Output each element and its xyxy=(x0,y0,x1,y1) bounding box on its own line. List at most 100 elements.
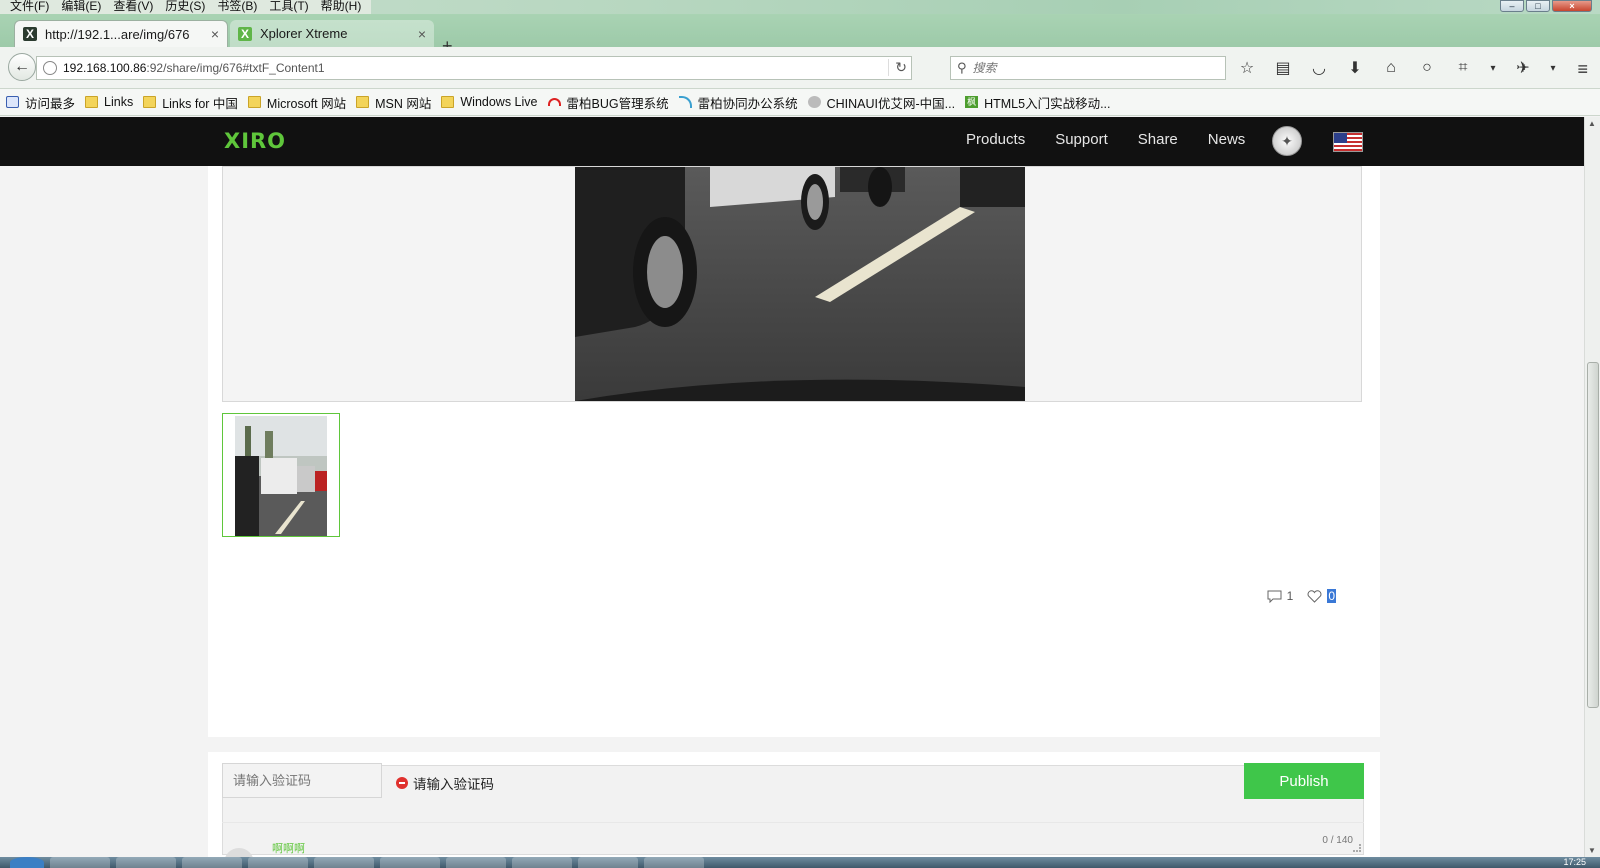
captcha-input[interactable] xyxy=(222,763,382,798)
menu-bookmarks[interactable]: 书签(B) xyxy=(211,0,263,14)
taskbar-app[interactable] xyxy=(578,857,638,868)
menu-edit[interactable]: 编辑(E) xyxy=(55,0,107,14)
taskbar-app[interactable] xyxy=(446,857,506,868)
close-tab-icon[interactable]: × xyxy=(211,26,219,42)
search-input[interactable] xyxy=(972,61,1213,75)
url-host: 192.168.100.86 xyxy=(63,61,147,75)
user-avatar[interactable]: ✦ xyxy=(1272,126,1302,156)
bookmark-item[interactable]: 雷柏协同办公系统 xyxy=(678,93,798,112)
taskbar-app[interactable] xyxy=(248,857,308,868)
bookmark-item[interactable]: 枫 HTML5入门实战移动... xyxy=(965,93,1111,112)
site-icon xyxy=(807,96,821,108)
bookmark-item[interactable]: 雷柏BUG管理系统 xyxy=(547,93,669,112)
menu-file[interactable]: 文件(F) xyxy=(4,0,55,14)
maximize-button[interactable]: □ xyxy=(1526,0,1550,12)
comment-count: 1 xyxy=(1286,589,1294,603)
minimize-button[interactable]: – xyxy=(1500,0,1524,12)
signal-icon xyxy=(678,96,692,108)
post-card: 1 0 xyxy=(208,166,1380,737)
green-site-icon: 枫 xyxy=(965,96,979,108)
bookmark-item[interactable]: Links for 中国 xyxy=(143,93,238,112)
pocket-icon[interactable]: ◡ xyxy=(1308,57,1330,79)
thumbnail-photo xyxy=(235,416,327,536)
taskbar-app[interactable] xyxy=(512,857,572,868)
site-logo[interactable]: XIRO xyxy=(224,129,286,153)
reply-username[interactable]: 啊啊啊 xyxy=(272,840,305,856)
site-nav: Products Support Share News xyxy=(966,131,1245,148)
rapoo-icon xyxy=(547,98,561,106)
folder-icon xyxy=(247,96,261,108)
bookmark-item[interactable]: MSN 网站 xyxy=(356,93,431,112)
publish-button[interactable]: Publish xyxy=(1244,763,1364,799)
scroll-thumb[interactable] xyxy=(1587,362,1599,708)
resize-grip-icon[interactable] xyxy=(1353,844,1361,852)
folder-icon xyxy=(356,96,370,108)
nav-share[interactable]: Share xyxy=(1138,131,1178,148)
search-bar[interactable]: ⚲ xyxy=(950,56,1226,80)
taskbar-clock[interactable]: 17:25 xyxy=(1563,857,1586,868)
bookmark-item[interactable]: Windows Live xyxy=(441,95,538,109)
dropdown-arrow-icon[interactable]: ▾ xyxy=(1488,57,1498,79)
bookmark-star-icon[interactable]: ☆ xyxy=(1236,57,1258,79)
addon-icon[interactable]: ✈ xyxy=(1512,57,1534,79)
bookmark-item[interactable]: Links xyxy=(85,95,133,109)
reload-icon[interactable]: ↻ xyxy=(888,59,907,76)
flag-canton xyxy=(1334,133,1347,143)
dropdown-arrow-icon[interactable]: ▾ xyxy=(1548,57,1558,79)
bookmark-item[interactable]: Microsoft 网站 xyxy=(247,93,346,112)
bookmarks-toolbar: 访问最多 Links Links for 中国 Microsoft 网站 MSN… xyxy=(0,89,1600,116)
tab-xplorer[interactable]: X Xplorer Xtreme × xyxy=(230,20,434,47)
thumbnail-selected[interactable] xyxy=(222,413,340,537)
page-scrollbar[interactable]: ▲ ▼ xyxy=(1584,117,1600,857)
taskbar-app[interactable] xyxy=(380,857,440,868)
scroll-up-icon[interactable]: ▲ xyxy=(1588,119,1596,128)
taskbar-app[interactable] xyxy=(182,857,242,868)
close-tab-icon[interactable]: × xyxy=(418,26,426,42)
close-window-button[interactable]: × xyxy=(1552,0,1592,12)
main-photo[interactable] xyxy=(575,167,1025,401)
folder-icon xyxy=(441,96,455,108)
likes-stat[interactable]: 0 xyxy=(1307,589,1336,603)
thumbnail-image xyxy=(235,416,327,536)
toolbar-buttons: ☆ ▤ ◡ ⬇ ⌂ ○ ⌗ ▾ ✈ ▾ xyxy=(1236,57,1558,79)
captcha-error-text: 请输入验证码 xyxy=(413,777,494,792)
site-identity-icon[interactable] xyxy=(43,61,57,75)
bookmark-label: 雷柏BUG管理系统 xyxy=(566,96,669,111)
taskbar-app[interactable] xyxy=(50,857,110,868)
download-icon[interactable]: ⬇ xyxy=(1344,57,1366,79)
scroll-down-icon[interactable]: ▼ xyxy=(1588,846,1596,855)
bookmark-item[interactable]: 访问最多 xyxy=(6,93,75,112)
bookmark-label: Links xyxy=(104,95,134,109)
page-viewport: XIRO Products Support Share News ✦ 1 0 0… xyxy=(0,117,1584,857)
taskbar-app[interactable] xyxy=(314,857,374,868)
url-bar[interactable]: 192.168.100.86:92/share/img/676#txtF_Con… xyxy=(36,56,912,80)
folder-icon xyxy=(85,96,99,108)
comments-stat[interactable]: 1 xyxy=(1267,589,1294,603)
nav-support[interactable]: Support xyxy=(1055,131,1108,148)
menu-hamburger-icon[interactable]: ≡ xyxy=(1577,59,1588,80)
bookmark-item[interactable]: CHINAUI优艾网-中国... xyxy=(807,93,955,112)
bookmark-label: Windows Live xyxy=(460,95,538,109)
taskbar-app[interactable] xyxy=(116,857,176,868)
crop-icon[interactable]: ⌗ xyxy=(1452,57,1474,79)
taskbar-app[interactable] xyxy=(644,857,704,868)
search-folder-icon xyxy=(6,96,19,108)
us-flag-icon[interactable] xyxy=(1333,132,1363,152)
tab-title: http://192.1...are/img/676 xyxy=(45,26,190,42)
menu-history[interactable]: 历史(S) xyxy=(159,0,211,14)
nav-products[interactable]: Products xyxy=(966,131,1025,148)
url-text[interactable]: 192.168.100.86:92/share/img/676#txtF_Con… xyxy=(63,61,325,75)
back-button[interactable]: ← xyxy=(8,53,36,81)
menu-view[interactable]: 查看(V) xyxy=(107,0,159,14)
tab-current[interactable]: X http://192.1...are/img/676 × xyxy=(14,20,228,47)
reading-list-icon[interactable]: ▤ xyxy=(1272,57,1294,79)
menu-help[interactable]: 帮助(H) xyxy=(315,0,368,14)
bookmark-label: Links for 中国 xyxy=(162,96,238,111)
chat-icon[interactable]: ○ xyxy=(1416,57,1438,79)
menu-tools[interactable]: 工具(T) xyxy=(263,0,314,14)
xplorer-favicon-icon: X xyxy=(23,27,37,41)
nav-news[interactable]: News xyxy=(1208,131,1246,148)
folder-icon xyxy=(143,96,157,108)
home-icon[interactable]: ⌂ xyxy=(1380,57,1402,79)
start-button[interactable] xyxy=(10,857,44,868)
